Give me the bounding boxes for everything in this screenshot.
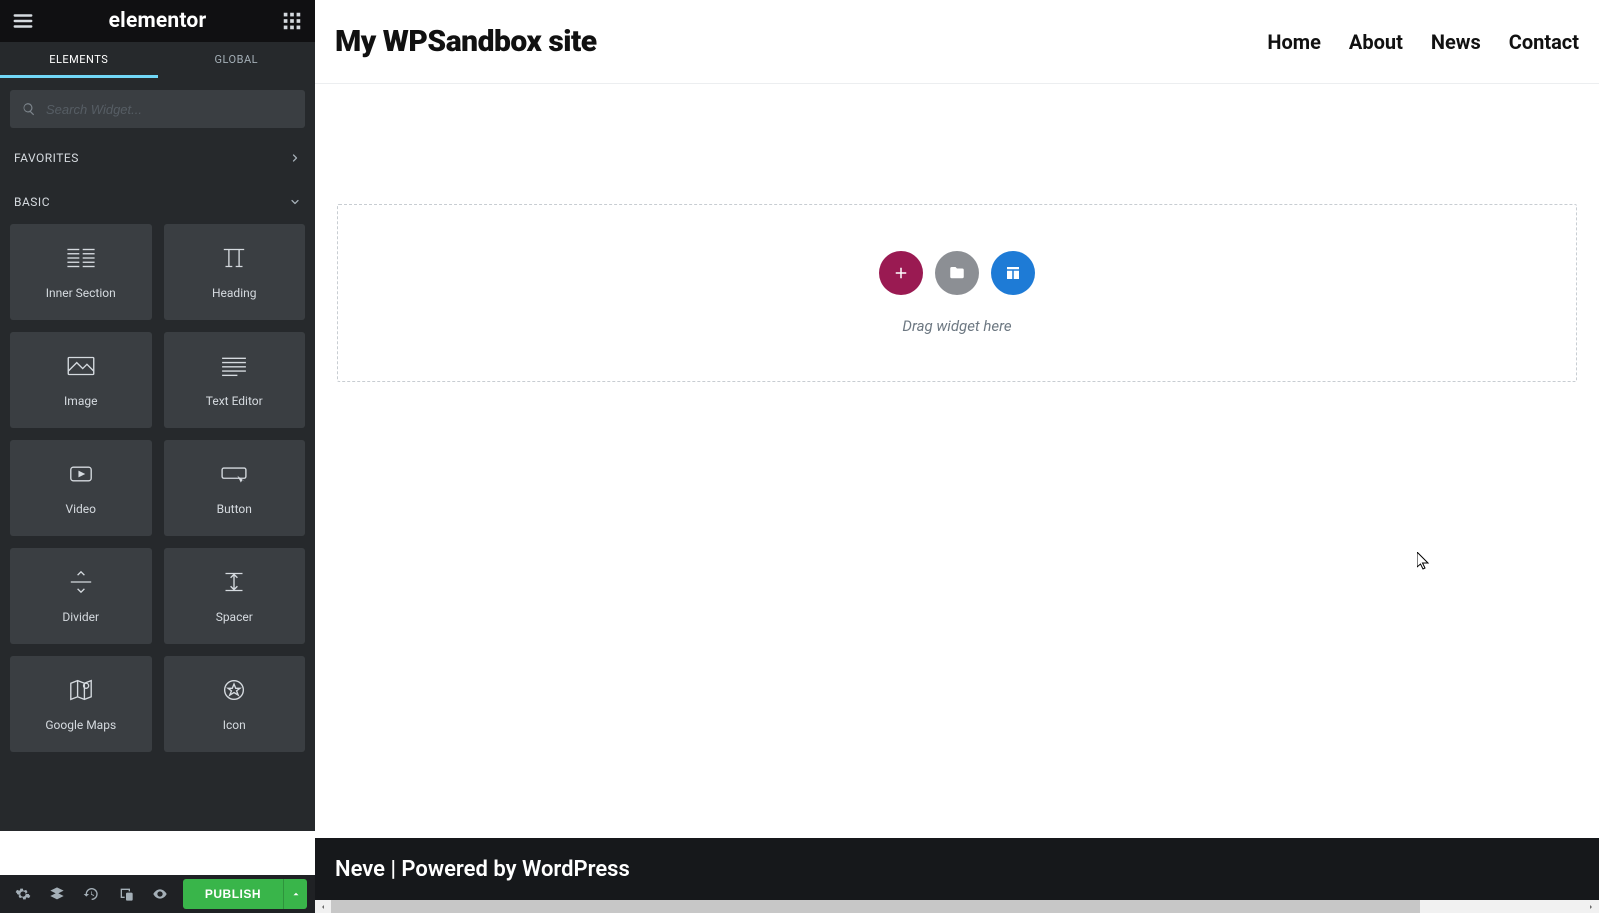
site-header: My WPSandbox site Home About News Contac… (315, 0, 1599, 84)
navigator-icon[interactable] (42, 875, 72, 913)
widget-label: Inner Section (46, 286, 116, 300)
template-library-button[interactable] (935, 251, 979, 295)
widget-label: Google Maps (45, 718, 116, 732)
widget-spacer[interactable]: Spacer (164, 548, 306, 644)
scroll-right-icon[interactable] (1583, 900, 1599, 913)
widget-text-editor[interactable]: Text Editor (164, 332, 306, 428)
flexbox-container-button[interactable] (991, 251, 1035, 295)
publish-options-button[interactable] (283, 879, 307, 909)
nav-news[interactable]: News (1431, 30, 1481, 54)
widget-label: Button (217, 502, 252, 516)
widget-label: Divider (62, 610, 99, 624)
category-basic-label: BASIC (14, 195, 50, 209)
responsive-icon[interactable] (111, 875, 141, 913)
chevron-right-icon (289, 152, 301, 164)
add-section-button[interactable] (879, 251, 923, 295)
widget-label: Text Editor (206, 394, 263, 408)
video-icon (64, 460, 98, 488)
widget-video[interactable]: Video (10, 440, 152, 536)
site-footer: Neve | Powered by WordPress (315, 838, 1599, 900)
search-input[interactable] (46, 102, 293, 117)
plus-icon (892, 264, 910, 282)
dropzone-text: Drag widget here (902, 317, 1011, 335)
site-title[interactable]: My WPSandbox site (335, 24, 597, 59)
elementor-panel: elementor ELEMENTS GLOBAL FAVORITES BASI… (0, 0, 315, 831)
text-editor-icon (217, 352, 251, 380)
scrollbar-track[interactable] (331, 900, 1583, 913)
apps-icon[interactable] (281, 10, 303, 32)
widget-label: Video (65, 502, 96, 516)
horizontal-scrollbar[interactable] (315, 900, 1599, 913)
nav-home[interactable]: Home (1267, 30, 1321, 54)
widget-inner-section[interactable]: Inner Section (10, 224, 152, 320)
star-circle-icon (217, 676, 251, 704)
widget-label: Image (64, 394, 97, 408)
history-icon[interactable] (76, 875, 106, 913)
image-icon (64, 352, 98, 380)
columns-icon (64, 244, 98, 272)
container-icon (1004, 264, 1022, 282)
chevron-down-icon (289, 196, 301, 208)
button-icon (217, 460, 251, 488)
divider-icon (64, 568, 98, 596)
caret-up-icon (291, 889, 301, 899)
category-favorites-label: FAVORITES (14, 151, 79, 165)
settings-icon[interactable] (8, 875, 38, 913)
empty-section-dropzone[interactable]: Drag widget here (337, 204, 1577, 382)
heading-icon (217, 244, 251, 272)
widget-divider[interactable]: Divider (10, 548, 152, 644)
menu-icon[interactable] (12, 10, 34, 32)
panel-tabs: ELEMENTS GLOBAL (0, 42, 315, 78)
widget-heading[interactable]: Heading (164, 224, 306, 320)
scrollbar-thumb[interactable] (331, 900, 1420, 913)
panel-footer: PUBLISH (0, 875, 315, 913)
category-favorites[interactable]: FAVORITES (0, 136, 315, 180)
category-basic[interactable]: BASIC (0, 180, 315, 224)
editor-canvas[interactable]: Drag widget here (315, 84, 1599, 382)
tab-elements[interactable]: ELEMENTS (0, 42, 158, 78)
widget-label: Icon (223, 718, 246, 732)
widget-google-maps[interactable]: Google Maps (10, 656, 152, 752)
map-icon (64, 676, 98, 704)
widget-button[interactable]: Button (164, 440, 306, 536)
cursor-icon (1417, 552, 1430, 570)
publish-group: PUBLISH (183, 879, 307, 909)
nav-about[interactable]: About (1349, 30, 1403, 54)
dropzone-actions (879, 251, 1035, 295)
site-footer-text: Neve | Powered by WordPress (335, 857, 630, 882)
preview-icon[interactable] (145, 875, 175, 913)
widget-label: Spacer (216, 610, 253, 624)
widget-grid: Inner Section Heading Image Text Editor … (0, 224, 315, 752)
publish-button[interactable]: PUBLISH (183, 879, 283, 909)
site-nav: Home About News Contact (1267, 30, 1579, 54)
widget-icon[interactable]: Icon (164, 656, 306, 752)
tab-global[interactable]: GLOBAL (158, 42, 316, 78)
panel-header: elementor (0, 0, 315, 42)
search-row (0, 78, 315, 136)
widget-label: Heading (212, 286, 257, 300)
widget-image[interactable]: Image (10, 332, 152, 428)
nav-contact[interactable]: Contact (1509, 30, 1579, 54)
preview-frame: My WPSandbox site Home About News Contac… (315, 0, 1599, 818)
search-icon (22, 102, 36, 116)
search-box[interactable] (10, 90, 305, 128)
folder-icon (948, 264, 966, 282)
brand-title: elementor (109, 9, 207, 33)
spacer-icon (217, 568, 251, 596)
scroll-left-icon[interactable] (315, 900, 331, 913)
